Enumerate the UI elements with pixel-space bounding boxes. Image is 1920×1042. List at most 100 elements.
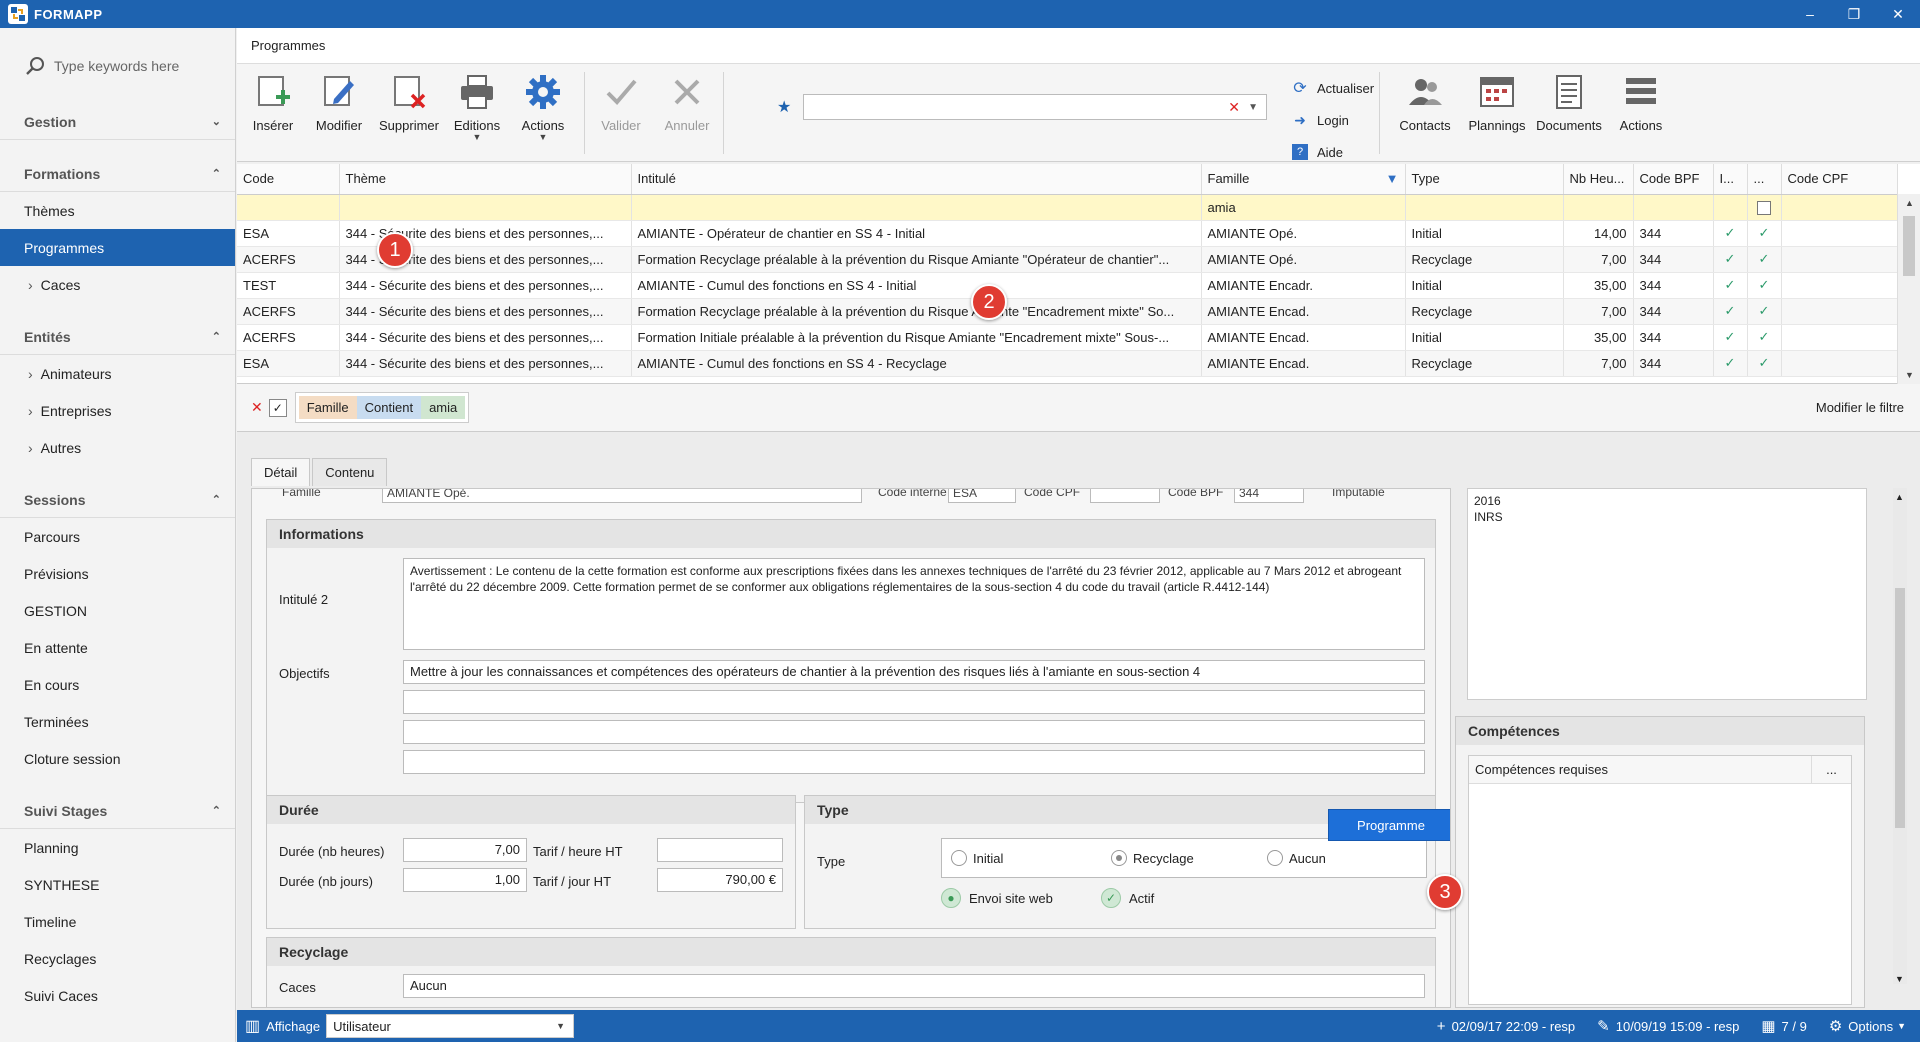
contacts-button[interactable]: Contacts <box>1393 72 1457 154</box>
nav-en-cours[interactable]: En cours <box>0 666 235 703</box>
actions-button[interactable]: Actions ▼ <box>511 72 575 154</box>
col-famille[interactable]: Famille ▼ <box>1201 164 1406 195</box>
nav-programmes[interactable]: Programmes <box>0 229 235 266</box>
table-row[interactable]: TEST 344 - Sécurite des biens et des pers… <box>237 272 1898 299</box>
group-gestion[interactable]: Gestion ⌄ <box>0 104 235 140</box>
clear-filter-icon[interactable]: ✕ <box>251 399 263 416</box>
grid-scrollbar[interactable]: ▲ ▼ <box>1897 194 1920 384</box>
validate-button[interactable]: Valider <box>589 72 653 154</box>
refresh-button[interactable]: ⟳ Actualiser <box>1289 72 1374 104</box>
dropdown-arrow-icon[interactable]: ▼ <box>1248 102 1258 113</box>
scroll-thumb[interactable] <box>1903 216 1915 276</box>
scroll-down-icon[interactable]: ▼ <box>1895 974 1904 984</box>
col-code[interactable]: Code <box>237 164 340 195</box>
close-icon[interactable]: ✕ <box>1876 0 1920 28</box>
minimize-icon[interactable]: – <box>1788 0 1832 28</box>
group-entites[interactable]: Entités ⌃ <box>0 319 235 355</box>
scroll-thumb[interactable] <box>1895 588 1905 828</box>
clear-icon[interactable]: ✕ <box>1228 99 1240 116</box>
duree-jours-field[interactable]: 1,00 <box>403 868 527 892</box>
duree-heures-field[interactable]: 7,00 <box>403 838 527 862</box>
nav-planning[interactable]: Planning <box>0 829 235 866</box>
competences-more-button[interactable]: ... <box>1811 756 1851 783</box>
competences-list[interactable]: Compétences requises ... <box>1468 755 1852 1005</box>
favorite-star-icon[interactable]: ★ <box>777 97 803 117</box>
nav-animateurs[interactable]: Animateurs <box>0 355 235 392</box>
objectifs-field-4[interactable] <box>403 750 1425 774</box>
nav-themes[interactable]: Thèmes <box>0 192 235 229</box>
programme-button[interactable]: Programme <box>1328 809 1450 841</box>
table-row[interactable]: ACERFS 344 - Sécurite des biens et des pe… <box>237 298 1898 325</box>
col-nb-heures[interactable]: Nb Heu... <box>1563 164 1634 195</box>
envoi-site-web-checkbox[interactable]: ● Envoi site web <box>941 888 1053 908</box>
sidebar-search[interactable]: Type keywords here <box>0 28 235 104</box>
table-row[interactable]: ESA 344 - Sécurite des biens et des perso… <box>237 350 1898 377</box>
filter-icon[interactable]: ▼ <box>1386 171 1399 186</box>
table-row[interactable]: ACERFS 344 - Sécurite des biens et des pe… <box>237 324 1898 351</box>
caces-field[interactable]: Aucun <box>403 974 1425 998</box>
cancel-button[interactable]: Annuler <box>655 72 719 154</box>
famille-field[interactable]: AMIANTE Opé. <box>382 489 862 503</box>
filter-famille-cell[interactable]: amia <box>1201 194 1406 221</box>
scroll-up-icon[interactable]: ▲ <box>1895 492 1904 502</box>
modify-filter-link[interactable]: Modifier le filtre <box>1816 400 1904 415</box>
editions-button[interactable]: Editions ▼ <box>445 72 509 154</box>
objectifs-field-3[interactable] <box>403 720 1425 744</box>
plannings-button[interactable]: Plannings <box>1465 72 1529 154</box>
code-interne-field[interactable]: ESA <box>948 489 1016 503</box>
type-recyclage-radio[interactable]: Recyclage <box>1111 850 1194 866</box>
code-bpf-field[interactable]: 344 <box>1234 489 1304 503</box>
nav-gestion[interactable]: GESTION <box>0 592 235 629</box>
objectifs-field-2[interactable] <box>403 690 1425 714</box>
table-row[interactable]: ACERFS 344 - Sécurite des biens et des pe… <box>237 246 1898 273</box>
insert-button[interactable]: Insérer <box>241 72 305 154</box>
scroll-up-icon[interactable]: ▲ <box>1898 198 1920 208</box>
filter-field[interactable]: Famille <box>298 396 357 419</box>
group-sessions[interactable]: Sessions ⌃ <box>0 482 235 518</box>
code-cpf-field[interactable] <box>1090 489 1160 503</box>
type-initial-radio[interactable]: Initial <box>951 850 1003 866</box>
grid-view-icon[interactable]: ▥ <box>245 1016 260 1036</box>
tab-detail[interactable]: Détail <box>251 458 311 486</box>
delete-button[interactable]: Supprimer <box>377 72 441 154</box>
col-intitule[interactable]: Intitulé <box>631 164 1202 195</box>
col-code-cpf[interactable]: Code CPF <box>1781 164 1898 195</box>
filter-operator[interactable]: Contient <box>356 396 422 419</box>
col-type[interactable]: Type <box>1405 164 1564 195</box>
col-theme[interactable]: Thème <box>339 164 632 195</box>
ribbon-search-input[interactable]: ✕ ▼ <box>803 94 1267 120</box>
objectifs-field-1[interactable]: Mettre à jour les connaissances et compé… <box>403 660 1425 684</box>
detail-scrollbar[interactable]: ▲ ▼ <box>1893 488 1907 984</box>
documents-button[interactable]: Documents <box>1536 72 1602 154</box>
login-button[interactable]: ➜ Login <box>1289 104 1374 136</box>
options-menu[interactable]: ⚙ Options ▼ <box>1829 1017 1906 1035</box>
notes-memo[interactable]: 2016 INRS <box>1467 488 1867 700</box>
nav-en-attente[interactable]: En attente <box>0 629 235 666</box>
group-suivi-stages[interactable]: Suivi Stages ⌃ <box>0 793 235 829</box>
col-more[interactable]: ... <box>1747 164 1782 195</box>
tarif-jour-field[interactable]: 790,00 € <box>657 868 783 892</box>
type-aucun-radio[interactable]: Aucun <box>1267 850 1326 866</box>
col-code-bpf[interactable]: Code BPF <box>1633 164 1714 195</box>
intitule2-field[interactable]: Avertissement : Le contenu de la cette f… <box>403 558 1425 650</box>
nav-terminees[interactable]: Terminées <box>0 703 235 740</box>
table-row[interactable]: ESA 344 - Sécurite des biens et des perso… <box>237 220 1898 247</box>
filter-expression[interactable]: Famille Contient amia <box>294 392 470 423</box>
edit-button[interactable]: Modifier <box>307 72 371 154</box>
filter-value[interactable]: amia <box>421 396 466 419</box>
nav-recyclages[interactable]: Recyclages <box>0 940 235 977</box>
group-formations[interactable]: Formations ⌃ <box>0 156 235 192</box>
nav-parcours[interactable]: Parcours <box>0 518 235 555</box>
col-i[interactable]: I... <box>1713 164 1748 195</box>
nav-suivi-caces[interactable]: Suivi Caces <box>0 977 235 1014</box>
filter-enabled-checkbox[interactable]: ✓ <box>268 398 287 417</box>
nav-previsions[interactable]: Prévisions <box>0 555 235 592</box>
scroll-down-icon[interactable]: ▼ <box>1898 370 1920 380</box>
affichage-select[interactable]: Utilisateur ▼ <box>326 1014 575 1038</box>
nav-timeline[interactable]: Timeline <box>0 903 235 940</box>
nav-autres[interactable]: Autres <box>0 429 235 466</box>
nav-caces[interactable]: Caces <box>0 266 235 303</box>
tab-contenu[interactable]: Contenu <box>312 458 388 486</box>
nav-synthese[interactable]: SYNTHESE <box>0 866 235 903</box>
actif-checkbox[interactable]: ✓ Actif <box>1101 888 1154 908</box>
